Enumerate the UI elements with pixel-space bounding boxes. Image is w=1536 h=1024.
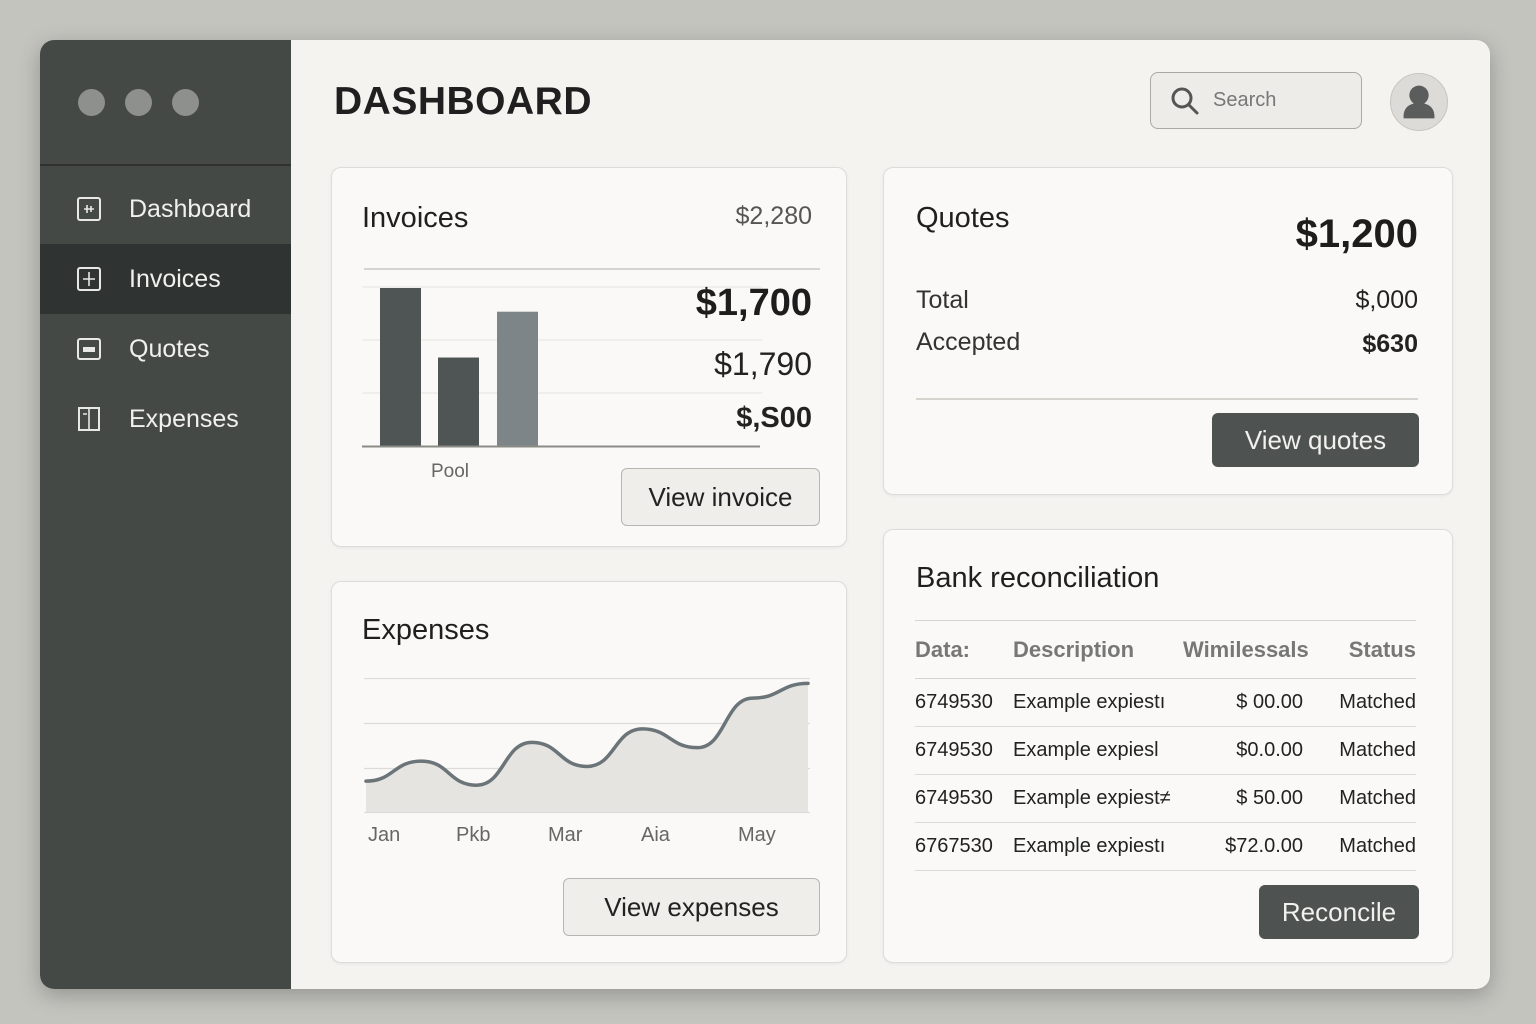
invoices-total: $2,280 — [735, 202, 812, 230]
view-invoice-button[interactable]: View invoice — [621, 468, 820, 526]
window-close-button[interactable] — [78, 89, 105, 116]
expenses-icon — [76, 406, 102, 432]
invoices-title: Invoices — [362, 202, 469, 234]
cell-status: Matched — [1313, 822, 1416, 871]
invoice-icon — [76, 266, 102, 292]
table-row[interactable]: 6749530 Example expiest≠ $ 50.00 Matched — [915, 774, 1416, 823]
page-title: DASHBOARD — [334, 80, 592, 123]
quotes-divider — [916, 398, 1418, 400]
invoice-bar — [438, 357, 479, 446]
invoices-amount-tertiary: $,S00 — [736, 402, 812, 434]
invoices-amount-secondary: $1,790 — [714, 346, 812, 382]
quotes-total-label: Total — [916, 286, 969, 314]
expenses-month-label: May — [738, 824, 776, 846]
sidebar-item-dashboard[interactable]: Dashboard — [40, 174, 291, 244]
quotes-title: Quotes — [916, 202, 1010, 234]
column-header-description[interactable]: Description — [1013, 620, 1183, 679]
cell-status: Matched — [1313, 726, 1416, 775]
bank-title: Bank reconciliation — [916, 562, 1160, 594]
invoice-bar — [380, 288, 421, 446]
invoices-bar-label: Pool — [431, 461, 470, 482]
window-maximize-button[interactable] — [172, 89, 199, 116]
cell-amount: $72.0.00 — [1183, 822, 1313, 871]
bank-reconciliation-card: Bank reconciliation Data: Description Wi… — [883, 529, 1453, 963]
sidebar-item-invoices[interactable]: Invoices — [40, 244, 291, 314]
quotes-total-value: $,000 — [1355, 286, 1418, 314]
expenses-month-label: Jan — [368, 824, 401, 846]
column-header-data[interactable]: Data: — [915, 620, 1013, 679]
table-header-row: Data: Description Wimilessals Status — [915, 620, 1416, 679]
table-row[interactable]: 6767530 Example expiestı $72.0.00 Matche… — [915, 822, 1416, 871]
view-expenses-button[interactable]: View expenses — [563, 878, 820, 936]
sidebar-nav: Dashboard Invoices Quotes Expenses — [40, 174, 291, 454]
main-content: DASHBOARD Invoices $2,280 $1,700 $1,790 … — [291, 40, 1490, 989]
cell-amount: $ 50.00 — [1183, 774, 1313, 823]
sidebar-item-expenses[interactable]: Expenses — [40, 384, 291, 454]
expenses-line-chart — [364, 678, 810, 814]
table-row[interactable]: 6749530 Example expiestı $ 00.00 Matched — [915, 678, 1416, 727]
cell-data: 6749530 — [915, 774, 1013, 823]
cell-amount: $ 00.00 — [1183, 678, 1313, 727]
quotes-accepted-label: Accepted — [916, 328, 1021, 356]
expenses-month-label: Mar — [548, 824, 583, 846]
window-minimize-button[interactable] — [125, 89, 152, 116]
cell-description: Example expiestı — [1013, 822, 1183, 871]
expenses-month-label: Aia — [641, 824, 670, 846]
invoices-amount-primary: $1,700 — [695, 282, 812, 324]
sidebar-item-label: Invoices — [129, 264, 221, 293]
search-input[interactable] — [1213, 89, 1343, 112]
view-quotes-button[interactable]: View quotes — [1212, 413, 1419, 467]
quotes-accepted-value: $630 — [1362, 330, 1418, 358]
expenses-title: Expenses — [362, 614, 490, 646]
search-icon — [1171, 87, 1199, 114]
expenses-month-label: Pkb — [456, 824, 491, 846]
cell-data: 6749530 — [915, 726, 1013, 775]
quotes-card: Quotes $1,200 Total $,000 Accepted $630 … — [883, 167, 1453, 495]
cell-status: Matched — [1313, 774, 1416, 823]
cell-status: Matched — [1313, 678, 1416, 727]
sidebar-item-label: Dashboard — [129, 194, 252, 223]
dashboard-icon — [76, 196, 102, 222]
sidebar-item-label: Quotes — [129, 334, 210, 363]
cell-description: Example expiest≠ — [1013, 774, 1183, 823]
column-header-amount[interactable]: Wimilessals — [1183, 620, 1313, 679]
cell-description: Example expiestı — [1013, 678, 1183, 727]
invoices-card: Invoices $2,280 $1,700 $1,790 $,S00 Pool… — [331, 167, 847, 547]
sidebar-item-quotes[interactable]: Quotes — [40, 314, 291, 384]
user-avatar[interactable] — [1390, 73, 1448, 131]
invoices-divider — [364, 268, 820, 270]
sidebar: Dashboard Invoices Quotes Expenses — [40, 40, 291, 989]
cell-amount: $0.0.00 — [1183, 726, 1313, 775]
invoice-bar — [497, 311, 538, 446]
sidebar-item-label: Expenses — [129, 404, 239, 433]
column-header-status[interactable]: Status — [1313, 620, 1416, 679]
cell-description: Example expiesl — [1013, 726, 1183, 775]
cell-data: 6749530 — [915, 678, 1013, 727]
quote-icon — [76, 336, 102, 362]
app-window: Dashboard Invoices Quotes Expenses DASHB… — [40, 40, 1490, 989]
window-controls — [78, 89, 199, 116]
search-box[interactable] — [1150, 72, 1362, 129]
user-icon — [1403, 85, 1435, 119]
table-row[interactable]: 6749530 Example expiesl $0.0.00 Matched — [915, 726, 1416, 775]
expenses-card: Expenses Jan Pkb Mar Aia May View expenses — [331, 581, 847, 963]
reconcile-button[interactable]: Reconcile — [1259, 885, 1419, 939]
quotes-amount: $1,200 — [1295, 212, 1418, 256]
bank-table: Data: Description Wimilessals Status 674… — [915, 620, 1416, 871]
sidebar-divider — [40, 164, 291, 166]
cell-data: 6767530 — [915, 822, 1013, 871]
